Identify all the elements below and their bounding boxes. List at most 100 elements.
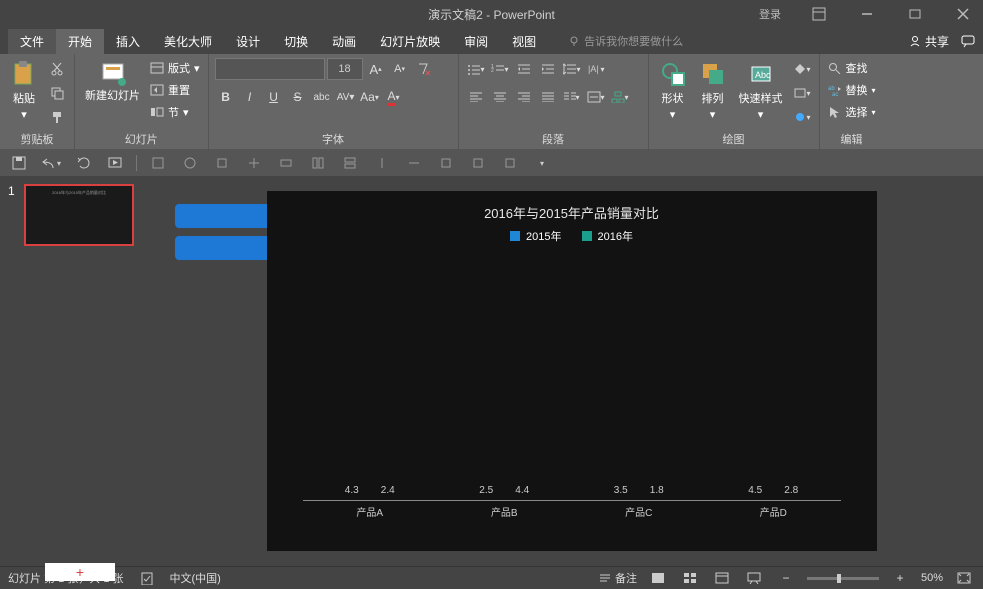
share-button[interactable]: 共享 [909,33,949,50]
font-name-select[interactable] [215,58,325,80]
justify-button[interactable] [537,86,559,108]
zoom-slider-thumb[interactable] [837,574,841,583]
tab-transitions[interactable]: 切换 [272,29,320,54]
font-color-button[interactable]: A▾ [383,86,405,108]
qat-btn-11[interactable] [467,152,489,174]
qat-more-button[interactable]: ▾ [531,152,553,174]
tell-me[interactable]: 告诉我你想要做什么 [568,33,683,49]
align-left-button[interactable] [465,86,487,108]
ribbon-options-icon[interactable] [799,0,839,28]
qat-btn-5[interactable] [275,152,297,174]
spellcheck-icon[interactable] [140,571,154,585]
slide-sorter-button[interactable] [679,567,701,589]
notes-button[interactable]: 备注 [599,570,637,586]
indent-decrease-button[interactable] [513,58,535,80]
close-button[interactable] [943,0,983,28]
indent-increase-button[interactable] [537,58,559,80]
char-spacing-button[interactable]: AV▾ [335,86,357,108]
select-button[interactable]: 选择▾ [826,102,878,122]
save-button[interactable] [8,152,30,174]
underline-button[interactable]: U [263,86,285,108]
copy-button[interactable] [46,82,68,104]
bold-button[interactable]: B [215,86,237,108]
normal-view-button[interactable] [647,567,669,589]
shape-fill-button[interactable]: ▾ [791,58,813,80]
align-right-button[interactable] [513,86,535,108]
quick-styles-button[interactable]: Abc 快速样式▾ [735,58,787,123]
grow-font-button[interactable]: A▴ [365,58,387,80]
qat-btn-3[interactable] [211,152,233,174]
reading-view-button[interactable] [711,567,733,589]
fit-to-window-button[interactable] [953,567,975,589]
reset-button[interactable]: 重置 [148,80,202,100]
thumb-mini-chart [34,204,124,234]
minimize-button[interactable] [847,0,887,28]
new-slide-button[interactable]: 新建幻灯片 [81,58,144,104]
strikethrough-button[interactable]: S [287,86,309,108]
tab-design[interactable]: 设计 [224,29,272,54]
bullets-button[interactable]: ▾ [465,58,487,80]
zoom-percent[interactable]: 50% [921,572,943,584]
pill-2[interactable] [175,236,273,260]
zoom-slider[interactable] [807,577,879,580]
qat-btn-6[interactable] [307,152,329,174]
shadow-button[interactable]: abc [311,86,333,108]
legend-item-2015: 2015年 [510,228,561,244]
align-center-button[interactable] [489,86,511,108]
columns-button[interactable]: ▾ [561,86,583,108]
paste-button[interactable]: 粘贴 ▾ [6,58,42,123]
login-link[interactable]: 登录 [759,6,781,22]
format-painter-button[interactable] [46,106,68,128]
tab-home[interactable]: 开始 [56,29,104,54]
qat-btn-8[interactable] [371,152,393,174]
shrink-font-button[interactable]: A▾ [389,58,411,80]
comment-icon[interactable] [961,34,975,48]
language-label[interactable]: 中文(中国) [170,570,221,586]
italic-button[interactable]: I [239,86,261,108]
layout-button[interactable]: 版式▾ [148,58,202,78]
qat-btn-4[interactable] [243,152,265,174]
clear-format-button[interactable] [413,58,435,80]
maximize-button[interactable] [895,0,935,28]
tab-beautify[interactable]: 美化大师 [152,29,224,54]
tab-slideshow[interactable]: 幻灯片放映 [368,29,452,54]
align-text-button[interactable]: ▾ [585,86,607,108]
slide-thumbnail-1[interactable]: 2016年与2015年产品销量对比 [24,184,134,246]
qat-btn-1[interactable] [147,152,169,174]
shape-effects-button[interactable]: ▾ [791,106,813,128]
tab-file[interactable]: 文件 [8,29,56,54]
qat-btn-7[interactable] [339,152,361,174]
font-size-select[interactable]: 18 [327,58,363,80]
tab-view[interactable]: 视图 [500,29,548,54]
quick-access-toolbar: ▾ ▾ [0,150,983,176]
replace-button[interactable]: abac替换▾ [826,80,878,100]
tab-review[interactable]: 审阅 [452,29,500,54]
shape-outline-button[interactable]: ▾ [791,82,813,104]
zoom-in-button[interactable]: + [889,567,911,589]
qat-btn-2[interactable] [179,152,201,174]
find-button[interactable]: 查找 [826,58,878,78]
group-clipboard: 粘贴 ▾ 剪贴板 [0,54,75,149]
numbering-button[interactable]: 12▾ [489,58,511,80]
change-case-button[interactable]: Aa▾ [359,86,381,108]
redo-button[interactable] [72,152,94,174]
undo-button[interactable]: ▾ [40,152,62,174]
zoom-out-button[interactable]: − [775,567,797,589]
qat-btn-12[interactable] [499,152,521,174]
qat-btn-10[interactable] [435,152,457,174]
line-spacing-button[interactable]: ▾ [561,58,583,80]
arrange-button[interactable]: 排列▾ [695,58,731,123]
shapes-button[interactable]: 形状▾ [655,58,691,123]
qat-btn-9[interactable] [403,152,425,174]
tab-insert[interactable]: 插入 [104,29,152,54]
start-from-beginning-button[interactable] [104,152,126,174]
cut-button[interactable] [46,58,68,80]
text-direction-button[interactable]: |A|▾ [585,58,607,80]
slide-canvas[interactable]: 2016年与2015年产品销量对比 2015年 2016年 4.32.42.54… [267,191,877,551]
pill-1[interactable] [175,204,273,228]
add-slide-button[interactable]: + [45,563,115,581]
slideshow-view-button[interactable] [743,567,765,589]
tab-animations[interactable]: 动画 [320,29,368,54]
smartart-button[interactable]: ▾ [609,86,631,108]
section-button[interactable]: 节▾ [148,102,202,122]
